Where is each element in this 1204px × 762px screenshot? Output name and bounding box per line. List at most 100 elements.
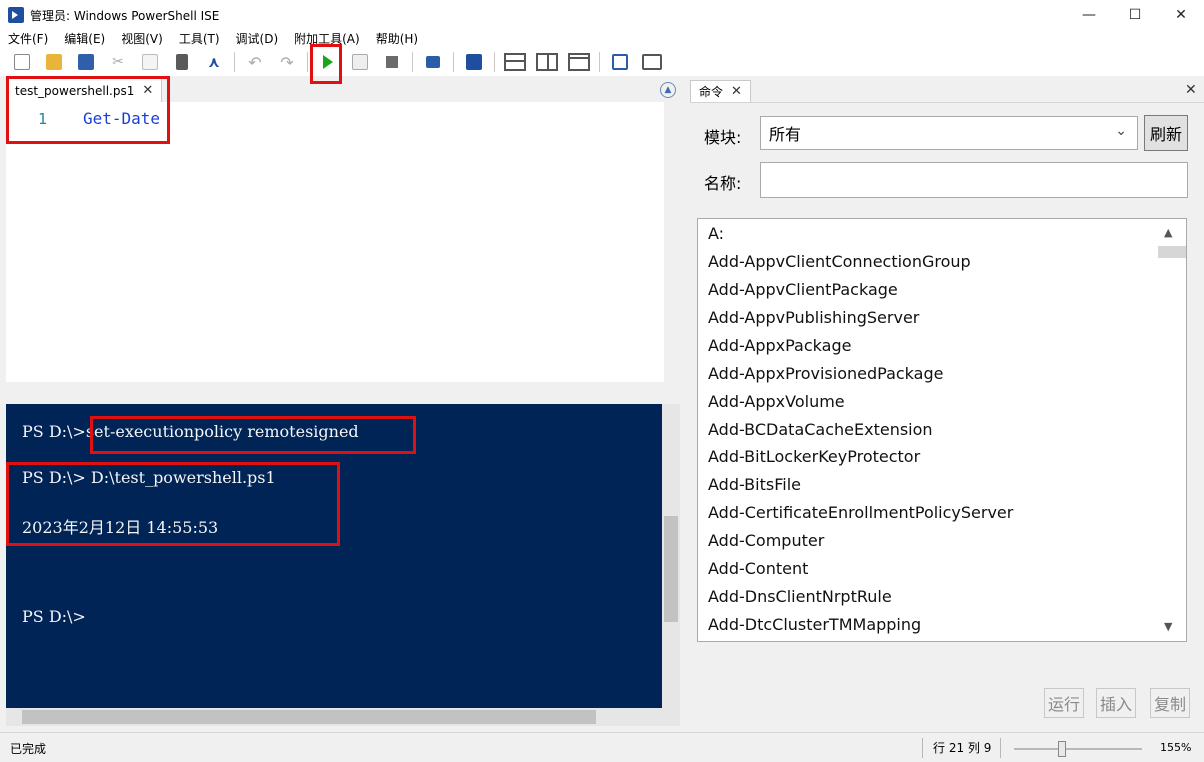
status-separator xyxy=(1000,738,1001,758)
list-item[interactable]: A: xyxy=(708,224,724,243)
console-pane[interactable] xyxy=(6,404,662,708)
redo-button[interactable]: ↷ xyxy=(275,50,299,74)
list-item[interactable]: Add-AppxPackage xyxy=(708,336,851,355)
menu-addons[interactable]: 附加工具(A) xyxy=(286,30,368,48)
list-item[interactable]: Add-AppvClientConnectionGroup xyxy=(708,252,971,271)
collapse-pane-icon[interactable]: ▲ xyxy=(660,82,676,98)
console-prompt[interactable]: PS D:\> xyxy=(22,607,86,626)
copy-command-button[interactable]: 复制 xyxy=(1150,688,1190,718)
open-file-button[interactable] xyxy=(42,50,66,74)
module-label: 模块: xyxy=(704,128,742,147)
module-select[interactable]: 所有 ⌄ xyxy=(760,116,1138,150)
menu-tools[interactable]: 工具(T) xyxy=(171,30,228,48)
command-list[interactable]: A: Add-AppvClientConnectionGroup Add-App… xyxy=(697,218,1187,642)
scroll-up-icon[interactable]: ▲ xyxy=(1164,226,1172,239)
show-script-pane-button[interactable] xyxy=(608,50,632,74)
code-line[interactable]: Get-Date xyxy=(83,109,160,128)
stop-button[interactable] xyxy=(380,50,404,74)
menu-bar: 文件(F) 编辑(E) 视图(V) 工具(T) 调试(D) 附加工具(A) 帮助… xyxy=(0,30,1204,48)
folder-icon xyxy=(46,54,62,70)
list-item[interactable]: Add-CertificateEnrollmentPolicyServer xyxy=(708,503,1013,522)
run-selection-button[interactable] xyxy=(348,50,372,74)
list-item[interactable]: Add-AppxProvisionedPackage xyxy=(708,364,943,383)
run-script-button[interactable] xyxy=(316,50,340,74)
list-item[interactable]: Add-Computer xyxy=(708,531,824,550)
refresh-button[interactable]: 刷新 xyxy=(1144,115,1188,151)
close-window-button[interactable]: ✕ xyxy=(1158,0,1204,30)
list-item[interactable]: Add-AppvClientPackage xyxy=(708,280,898,299)
save-icon xyxy=(78,54,94,70)
editor-horizontal-scrollbar[interactable] xyxy=(6,382,680,398)
console-command: set-executionpolicy remotesigned xyxy=(85,422,359,441)
powershell-app-icon xyxy=(8,7,24,23)
script-tab-strip: test_powershell.ps1 ✕ xyxy=(6,78,682,102)
list-item[interactable]: Add-AppvPublishingServer xyxy=(708,308,919,327)
command-list-scrollbar[interactable] xyxy=(1158,219,1186,641)
start-powershell-button[interactable] xyxy=(462,50,486,74)
list-item[interactable]: Add-BitLockerKeyProtector xyxy=(708,447,920,466)
script-pane-right-button[interactable] xyxy=(535,50,559,74)
script-pane-max-button[interactable] xyxy=(567,50,591,74)
console-output: 2023年2月12日 14:55:53 xyxy=(22,518,219,537)
toolbar-separator xyxy=(494,52,495,72)
menu-help[interactable]: 帮助(H) xyxy=(368,30,426,48)
toolbar: ✂ ⋏ ↶ ↷ xyxy=(0,48,1204,76)
zoom-slider[interactable] xyxy=(1014,748,1142,750)
command-list-scroll-thumb[interactable] xyxy=(1158,246,1186,258)
console-hscroll-thumb[interactable] xyxy=(22,710,596,724)
cut-button[interactable]: ✂ xyxy=(106,50,130,74)
menu-file[interactable]: 文件(F) xyxy=(0,30,56,48)
list-item[interactable]: Add-BitsFile xyxy=(708,475,801,494)
script-pane-top-button[interactable] xyxy=(503,50,527,74)
line-number: 1 xyxy=(38,110,48,128)
clear-console-button[interactable]: ⋏ xyxy=(202,50,226,74)
chevron-down-icon: ⌄ xyxy=(1115,123,1127,139)
toolbar-separator xyxy=(453,52,454,72)
new-file-button[interactable] xyxy=(10,50,34,74)
module-value: 所有 xyxy=(769,125,802,144)
toolbar-separator xyxy=(234,52,235,72)
paste-button[interactable] xyxy=(170,50,194,74)
zoom-slider-thumb[interactable] xyxy=(1058,741,1066,757)
minimize-button[interactable]: — xyxy=(1066,0,1112,30)
tab-test-powershell[interactable]: test_powershell.ps1 ✕ xyxy=(6,78,163,102)
menu-view[interactable]: 视图(V) xyxy=(113,30,171,48)
run-command-button[interactable]: 运行 xyxy=(1044,688,1084,718)
console-scroll-thumb[interactable] xyxy=(664,516,678,622)
undo-button[interactable]: ↶ xyxy=(243,50,267,74)
tab-commands[interactable]: 命令 ✕ xyxy=(690,80,751,102)
pane-top-icon xyxy=(504,53,526,71)
list-item[interactable]: Add-DtcClusterTMMapping xyxy=(708,615,921,634)
list-item[interactable]: Add-DnsClientNrptRule xyxy=(708,587,892,606)
name-input[interactable] xyxy=(760,162,1188,198)
script-editor[interactable] xyxy=(6,102,664,382)
close-commands-pane-icon[interactable]: ✕ xyxy=(1185,82,1197,98)
title-bar: 管理员: Windows PowerShell ISE — ☐ ✕ xyxy=(0,0,1204,30)
list-item[interactable]: Add-AppxVolume xyxy=(708,392,845,411)
console-prompt: PS D:\> xyxy=(22,422,86,441)
zoom-level: 155% xyxy=(1160,741,1192,754)
commands-tab-strip: 命令 ✕ xyxy=(690,78,1204,102)
insert-command-button[interactable]: 插入 xyxy=(1096,688,1136,718)
editor-vertical-scrollbar[interactable] xyxy=(664,102,680,382)
scroll-down-icon[interactable]: ▼ xyxy=(1164,620,1172,633)
menu-edit[interactable]: 编辑(E) xyxy=(56,30,113,48)
console-line: PS D:\>set-executionpolicy remotesigned xyxy=(22,422,359,441)
status-bar: 已完成 行 21 列 9 155% xyxy=(0,732,1204,762)
console-line: PS D:\> D:\test_powershell.ps1 xyxy=(22,468,276,487)
remote-tab-button[interactable] xyxy=(421,50,445,74)
pane-right-icon xyxy=(536,53,558,71)
list-item[interactable]: Add-Content xyxy=(708,559,808,578)
tab-close-icon[interactable]: ✕ xyxy=(142,83,153,98)
commands-tab-close-icon[interactable]: ✕ xyxy=(731,84,742,99)
copy-icon xyxy=(142,54,158,70)
list-item[interactable]: Add-BCDataCacheExtension xyxy=(708,420,933,439)
maximize-button[interactable]: ☐ xyxy=(1112,0,1158,30)
commands-icon xyxy=(642,54,662,70)
show-commands-button[interactable] xyxy=(640,50,664,74)
clipboard-icon xyxy=(176,54,188,70)
copy-button[interactable] xyxy=(138,50,162,74)
play-icon xyxy=(323,55,333,69)
save-button[interactable] xyxy=(74,50,98,74)
menu-debug[interactable]: 调试(D) xyxy=(228,30,287,48)
